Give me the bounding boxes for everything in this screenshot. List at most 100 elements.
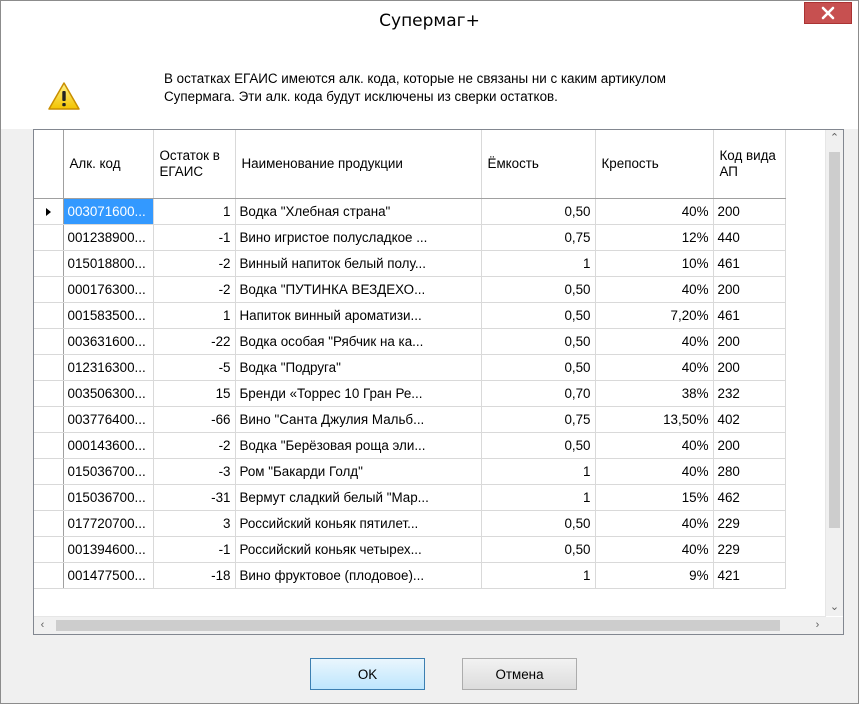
scroll-up-icon[interactable]: ⌃	[826, 130, 843, 147]
scroll-down-icon[interactable]: ⌄	[826, 599, 843, 616]
column-header-product-name[interactable]: Наименование продукции	[235, 130, 482, 199]
title-bar[interactable]: Супермаг+	[1, 1, 858, 41]
table-row[interactable]: 003071600... 1 Водка "Хлебная страна" 0,50 4…	[34, 198, 786, 225]
cell-ap-code[interactable]: 461	[713, 250, 786, 277]
cell-ap-code[interactable]: 402	[713, 406, 786, 433]
row-header[interactable]	[34, 432, 64, 459]
table-row[interactable]: 012316300... -5 Водка "Подруга" 0,50 40% 200	[34, 354, 786, 381]
cancel-button[interactable]: Отмена	[462, 658, 577, 690]
cell-alc-code[interactable]: 015036700...	[63, 458, 154, 485]
cell-capacity[interactable]: 0,50	[481, 198, 596, 225]
column-header-egais-balance[interactable]: Остаток в ЕГАИС	[153, 130, 236, 199]
cell-egais-balance[interactable]: 15	[153, 380, 236, 407]
cell-capacity[interactable]: 1	[481, 458, 596, 485]
cell-capacity[interactable]: 1	[481, 250, 596, 277]
cell-egais-balance[interactable]: -22	[153, 328, 236, 355]
cell-capacity[interactable]: 0,50	[481, 328, 596, 355]
row-header[interactable]	[34, 250, 64, 277]
cell-product-name[interactable]: Водка особая "Рябчик на ка...	[235, 328, 482, 355]
cell-strength[interactable]: 38%	[595, 380, 714, 407]
row-header[interactable]	[34, 458, 64, 485]
cell-strength[interactable]: 40%	[595, 328, 714, 355]
scroll-left-icon[interactable]: ‹	[34, 617, 51, 634]
cell-product-name[interactable]: Водка "Подруга"	[235, 354, 482, 381]
cell-egais-balance[interactable]: -18	[153, 562, 236, 589]
ok-button[interactable]: OK	[310, 658, 425, 690]
cell-strength[interactable]: 40%	[595, 432, 714, 459]
cell-product-name[interactable]: Водка "Берёзовая роща эли...	[235, 432, 482, 459]
table-row[interactable]: 003506300... 15 Бренди «Торрес 10 Гран Ре.…	[34, 380, 786, 407]
row-header[interactable]	[34, 198, 64, 225]
cell-ap-code[interactable]: 229	[713, 536, 786, 563]
column-header-alc-code[interactable]: Алк. код	[63, 130, 154, 199]
cell-egais-balance[interactable]: 3	[153, 510, 236, 537]
table-row[interactable]: 000143600... -2 Водка "Берёзовая роща эли.…	[34, 432, 786, 459]
cell-alc-code[interactable]: 003631600...	[63, 328, 154, 355]
table-row[interactable]: 015018800... -2 Винный напиток белый полу.…	[34, 250, 786, 277]
cell-product-name[interactable]: Водка "Хлебная страна"	[235, 198, 482, 225]
scroll-right-icon[interactable]: ›	[809, 617, 826, 634]
table-row[interactable]: 003776400... -66 Вино "Санта Джулия Мальб.…	[34, 406, 786, 433]
cell-egais-balance[interactable]: 1	[153, 198, 236, 225]
row-header[interactable]	[34, 562, 64, 589]
cell-egais-balance[interactable]: -2	[153, 250, 236, 277]
cell-alc-code[interactable]: 001394600...	[63, 536, 154, 563]
horizontal-scrollbar[interactable]: ‹ ›	[34, 616, 826, 634]
cell-alc-code[interactable]: 000176300...	[63, 276, 154, 303]
cell-egais-balance[interactable]: -1	[153, 224, 236, 251]
cell-strength[interactable]: 40%	[595, 458, 714, 485]
cell-product-name[interactable]: Вино "Санта Джулия Мальб...	[235, 406, 482, 433]
cell-capacity[interactable]: 0,75	[481, 224, 596, 251]
cell-egais-balance[interactable]: -1	[153, 536, 236, 563]
row-header[interactable]	[34, 380, 64, 407]
cell-strength[interactable]: 13,50%	[595, 406, 714, 433]
cell-product-name[interactable]: Бренди «Торрес 10 Гран Ре...	[235, 380, 482, 407]
cell-alc-code[interactable]: 003506300...	[63, 380, 154, 407]
cell-capacity[interactable]: 0,50	[481, 536, 596, 563]
cell-capacity[interactable]: 1	[481, 562, 596, 589]
cell-product-name[interactable]: Винный напиток белый полу...	[235, 250, 482, 277]
cell-capacity[interactable]: 0,50	[481, 510, 596, 537]
cell-strength[interactable]: 9%	[595, 562, 714, 589]
cell-capacity[interactable]: 1	[481, 484, 596, 511]
table-row[interactable]: 015036700... -31 Вермут сладкий белый "Мар…	[34, 484, 786, 511]
cell-ap-code[interactable]: 200	[713, 354, 786, 381]
cell-strength[interactable]: 12%	[595, 224, 714, 251]
table-row[interactable]: 003631600... -22 Водка особая "Рябчик на к…	[34, 328, 786, 355]
cell-egais-balance[interactable]: 1	[153, 302, 236, 329]
cell-strength[interactable]: 40%	[595, 510, 714, 537]
table-row[interactable]: 001238900... -1 Вино игристое полусладкое …	[34, 224, 786, 251]
cell-capacity[interactable]: 0,50	[481, 302, 596, 329]
cell-strength[interactable]: 40%	[595, 354, 714, 381]
table-row[interactable]: 017720700... 3 Российский коньяк пятилет..…	[34, 510, 786, 537]
cell-alc-code[interactable]: 000143600...	[63, 432, 154, 459]
row-header[interactable]	[34, 276, 64, 303]
cell-egais-balance[interactable]: -66	[153, 406, 236, 433]
row-header[interactable]	[34, 484, 64, 511]
table-row[interactable]: 000176300... -2 Водка "ПУТИНКА ВЕЗДЕХО... 0…	[34, 276, 786, 303]
cell-ap-code[interactable]: 461	[713, 302, 786, 329]
cell-egais-balance[interactable]: -5	[153, 354, 236, 381]
cell-strength[interactable]: 7,20%	[595, 302, 714, 329]
cell-egais-balance[interactable]: -2	[153, 432, 236, 459]
row-header[interactable]	[34, 536, 64, 563]
row-header[interactable]	[34, 328, 64, 355]
cell-product-name[interactable]: Вермут сладкий белый "Мар...	[235, 484, 482, 511]
cell-strength[interactable]: 15%	[595, 484, 714, 511]
cell-product-name[interactable]: Вино игристое полусладкое ...	[235, 224, 482, 251]
cell-alc-code[interactable]: 015018800...	[63, 250, 154, 277]
cell-product-name[interactable]: Вино фруктовое (плодовое)...	[235, 562, 482, 589]
cell-capacity[interactable]: 0,50	[481, 354, 596, 381]
cell-alc-code[interactable]: 001583500...	[63, 302, 154, 329]
cell-product-name[interactable]: Ром "Бакарди Голд"	[235, 458, 482, 485]
cell-egais-balance[interactable]: -3	[153, 458, 236, 485]
cell-ap-code[interactable]: 200	[713, 328, 786, 355]
vertical-scroll-thumb[interactable]	[829, 152, 840, 528]
cell-alc-code[interactable]: 001238900...	[63, 224, 154, 251]
table-row[interactable]: 015036700... -3 Ром "Бакарди Голд" 1 40% 280	[34, 458, 786, 485]
cell-ap-code[interactable]: 232	[713, 380, 786, 407]
cell-egais-balance[interactable]: -31	[153, 484, 236, 511]
cell-alc-code[interactable]: 017720700...	[63, 510, 154, 537]
cell-alc-code[interactable]: 012316300...	[63, 354, 154, 381]
table-row[interactable]: 001583500... 1 Напиток винный ароматизи...…	[34, 302, 786, 329]
